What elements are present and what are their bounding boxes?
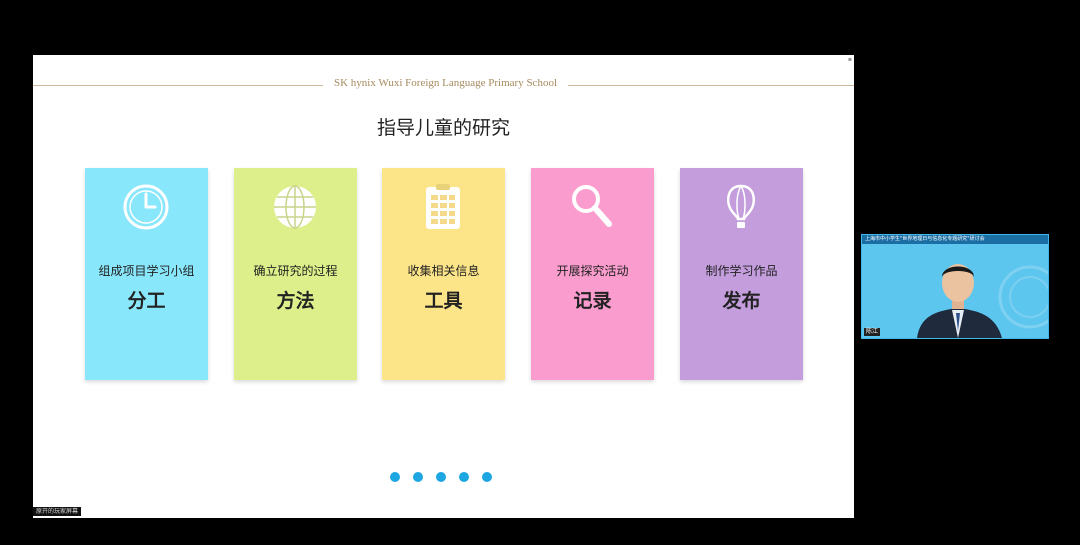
header-rule-left [33, 85, 323, 86]
school-header: SK hynix Wuxi Foreign Language Primary S… [334, 77, 557, 89]
clipboard-icon [426, 184, 460, 229]
clock-icon [123, 184, 169, 230]
page-dot[interactable] [436, 472, 446, 482]
presentation-slide: SK hynix Wuxi Foreign Language Primary S… [33, 55, 854, 518]
card-subtitle: 开展探究活动 [556, 264, 629, 278]
card-label: 工具 [424, 290, 463, 312]
card-label: 记录 [573, 290, 612, 312]
page-dot[interactable] [459, 472, 469, 482]
card-subtitle: 制作学习作品 [705, 264, 778, 278]
card-subtitle: 确立研究的过程 [253, 264, 338, 278]
card-tools: 收集相关信息 工具 [382, 168, 505, 380]
magnifier-icon [572, 185, 612, 227]
card-record: 开展探究活动 记录 [531, 168, 654, 380]
card-method: 确立研究的过程 方法 [234, 168, 357, 380]
speaker-video-tile[interactable]: 上海市中小学生"世界地理日与信息化专题研究"研讨会 陈江 [861, 234, 1049, 339]
card-subtitle: 收集相关信息 [407, 264, 480, 278]
participant-name: 陈江 [864, 328, 881, 336]
page-dot[interactable] [482, 472, 492, 482]
page-dot[interactable] [390, 472, 400, 482]
slide-title: 指导儿童的研究 [376, 117, 510, 139]
speaker-avatar [917, 264, 1048, 338]
corner-mark: ▪ [847, 56, 852, 63]
card-label: 分工 [127, 290, 166, 312]
screen-share-caption: 原开的玩家屏幕 [33, 507, 81, 516]
card-publish: 制作学习作品 发布 [680, 168, 803, 380]
slide-pagination [390, 472, 500, 484]
card-label: 发布 [722, 290, 761, 312]
card-subtitle: 组成项目学习小组 [98, 264, 195, 278]
page-dot[interactable] [413, 472, 423, 482]
header-rule-right [568, 85, 854, 86]
globe-icon [274, 185, 316, 229]
card-teamwork: 组成项目学习小组 分工 [85, 168, 208, 380]
balloon-icon [726, 184, 756, 228]
card-label: 方法 [276, 290, 315, 312]
